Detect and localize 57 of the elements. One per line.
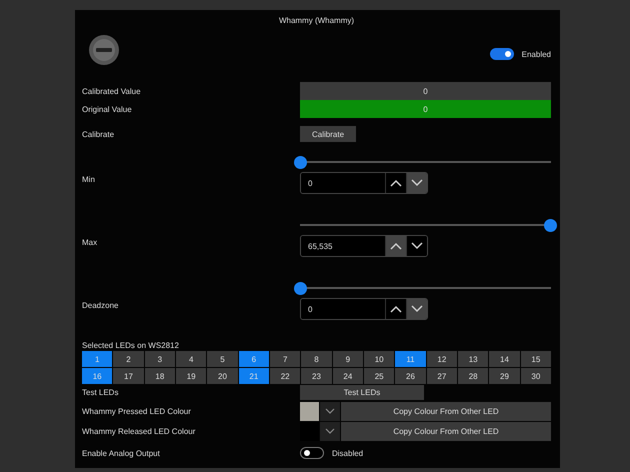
- field-label: Calibrated Value: [82, 86, 142, 96]
- field-label: Original Value: [82, 104, 133, 114]
- led-toggle[interactable]: 9: [332, 351, 363, 367]
- copy-colour-button[interactable]: Copy Colour From Other LED: [341, 402, 551, 420]
- field-label: Whammy Released LED Colour: [82, 426, 196, 436]
- value-bar: 0: [300, 100, 551, 118]
- led-toggle[interactable]: 27: [426, 368, 457, 384]
- colour-swatch[interactable]: [300, 422, 319, 440]
- led-toggle[interactable]: 20: [207, 368, 238, 384]
- led-toggle[interactable]: 3: [144, 351, 175, 367]
- dropdown-button[interactable]: [320, 402, 340, 420]
- field-label: Min: [82, 175, 96, 186]
- led-toggle[interactable]: 8: [301, 351, 332, 367]
- dropdown-button[interactable]: [320, 422, 340, 440]
- section-label: Selected LEDs on WS2812: [82, 341, 180, 351]
- enabled-toggle[interactable]: [490, 48, 514, 60]
- analog-output-toggle[interactable]: [300, 447, 324, 459]
- calibrate-button[interactable]: Calibrate: [300, 126, 356, 142]
- window-title: Whammy (Whammy): [278, 16, 356, 27]
- field-label: Enable Analog Output: [82, 448, 161, 458]
- copy-colour-button[interactable]: Copy Colour From Other LED: [341, 422, 551, 440]
- led-toggle[interactable]: 30: [520, 368, 551, 384]
- chevron-down-icon: [325, 428, 335, 434]
- led-toggle[interactable]: 7: [270, 351, 300, 367]
- led-toggle[interactable]: 2: [113, 351, 144, 367]
- field-label: Deadzone: [82, 301, 120, 312]
- colour-swatch[interactable]: [300, 402, 319, 420]
- joystick-icon: [88, 34, 120, 66]
- led-toggle[interactable]: 25: [364, 368, 394, 384]
- toggle-label: Disabled: [332, 448, 364, 458]
- led-toggle[interactable]: 17: [113, 368, 144, 384]
- led-toggle[interactable]: 29: [489, 368, 520, 384]
- led-toggle[interactable]: 12: [426, 351, 457, 367]
- led-toggle[interactable]: 13: [458, 351, 488, 367]
- chevron-down-icon: [325, 408, 335, 414]
- slider-thumb[interactable]: [544, 219, 557, 232]
- slider-thumb[interactable]: [294, 156, 307, 169]
- led-toggle[interactable]: 14: [489, 351, 520, 367]
- led-toggle[interactable]: 24: [332, 368, 363, 384]
- field-label: Whammy Pressed LED Colour: [82, 406, 192, 416]
- slider-thumb[interactable]: [294, 282, 307, 295]
- led-toggle[interactable]: 23: [301, 368, 332, 384]
- led-toggle[interactable]: 15: [520, 351, 551, 367]
- test-leds-button[interactable]: Test LEDs: [300, 385, 424, 400]
- led-toggle[interactable]: 4: [176, 351, 206, 367]
- led-toggle[interactable]: 26: [395, 368, 426, 384]
- field-label: Test LEDs: [82, 388, 120, 397]
- toggle-label: Enabled: [522, 50, 551, 58]
- led-toggle[interactable]: 22: [270, 368, 300, 384]
- led-toggle[interactable]: 28: [458, 368, 488, 384]
- field-label: Max: [82, 238, 98, 249]
- led-toggle[interactable]: 10: [364, 351, 394, 367]
- led-toggle[interactable]: 19: [176, 368, 206, 384]
- field-label: Calibrate: [82, 130, 116, 138]
- led-toggle[interactable]: 5: [207, 351, 238, 367]
- led-toggle[interactable]: 18: [144, 368, 175, 384]
- value-bar: 0: [300, 82, 551, 100]
